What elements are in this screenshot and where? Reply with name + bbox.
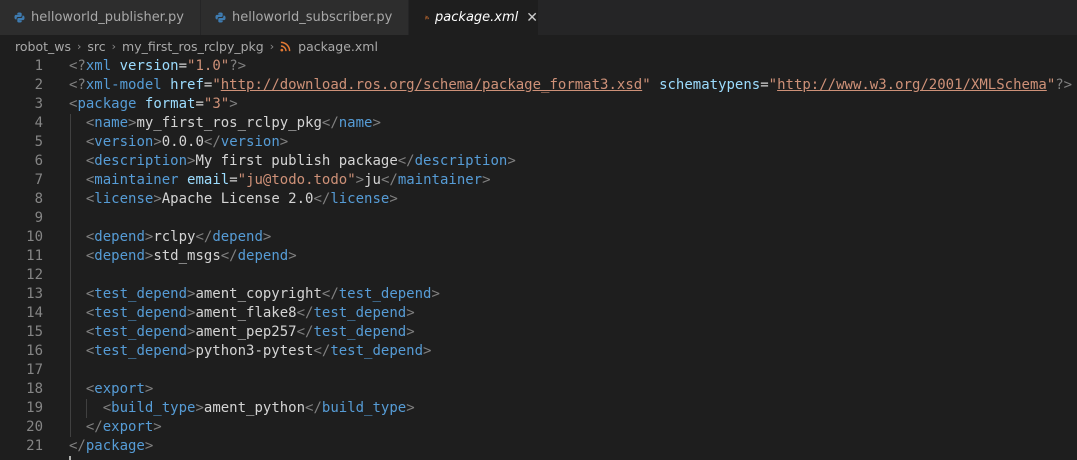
code-text: </package> [69,438,154,454]
code-line[interactable]: 6 <description>My first publish package<… [0,152,1077,171]
code-text: <test_depend>ament_pep257</test_depend> [85,324,415,340]
line-number: 5 [34,134,43,150]
code-line[interactable]: 3 <package format="3"> [0,95,1077,114]
python-icon [14,12,25,23]
line-number: 7 [34,172,43,188]
code-editor[interactable]: 1 <?xml version="1.0"?> 2 <?xml-model href=… [0,57,1077,460]
code-text: <build_type>ament_python</build_type> [102,400,415,416]
line-number: 8 [34,191,43,207]
code-text: <maintainer email="ju@todo.todo">ju</mai… [85,172,491,188]
code-line[interactable]: 14 <test_depend>ament_flake8</test_depen… [0,304,1077,323]
code-line[interactable]: 8 <license>Apache License 2.0</license> [0,190,1077,209]
rss-icon [425,15,429,20]
code-text: <package format="3"> [69,96,238,112]
code-text: <test_depend>ament_flake8</test_depend> [85,305,415,321]
code-line[interactable]: 7 <maintainer email="ju@todo.todo">ju</m… [0,171,1077,190]
code-line[interactable]: 13 <test_depend>ament_copyright</test_de… [0,285,1077,304]
tab-helloworld-subscriber[interactable]: helloworld_subscriber.py [201,0,409,35]
line-number: 19 [26,400,43,416]
line-number: 3 [34,96,43,112]
code-line[interactable]: 5 <version>0.0.0</version> [0,133,1077,152]
breadcrumb: robot_ws › src › my_first_ros_rclpy_pkg … [0,35,1077,57]
tab-package-xml[interactable]: package.xml ✕ [409,0,539,35]
code-line[interactable]: 2 <?xml-model href="http://download.ros.o… [0,76,1077,95]
line-number: 1 [34,58,43,74]
tab-bar: helloworld_publisher.py helloworld_subsc… [0,0,1077,35]
code-text: <version>0.0.0</version> [85,134,289,150]
line-number: 15 [26,324,43,340]
line-number: 6 [34,153,43,169]
breadcrumb-item-src[interactable]: src [87,39,105,54]
line-number: 2 [34,77,43,93]
code-line[interactable]: 15 <test_depend>ament_pep257</test_depen… [0,323,1077,342]
breadcrumb-item-robot-ws[interactable]: robot_ws [15,39,71,54]
breadcrumb-item-file[interactable]: package.xml [298,39,378,54]
code-line[interactable]: 12 [0,266,1077,285]
breadcrumb-item-package-folder[interactable]: my_first_ros_rclpy_pkg [122,39,264,54]
tab-label: package.xml [435,10,519,25]
code-line[interactable]: 20 </export> [0,418,1077,437]
code-text: <export> [85,381,154,397]
chevron-right-icon: › [111,39,117,53]
python-icon [215,12,226,23]
line-number: 16 [26,343,43,359]
code-line[interactable]: 9 [0,209,1077,228]
line-number: 12 [26,267,43,283]
code-text: <depend>std_msgs</depend> [85,248,297,264]
close-icon[interactable]: ✕ [526,11,538,25]
tab-label: helloworld_publisher.py [31,10,184,25]
code-line[interactable]: 4 <name>my_first_ros_rclpy_pkg</name> [0,114,1077,133]
tab-helloworld-publisher[interactable]: helloworld_publisher.py [0,0,201,35]
line-number: 17 [26,362,43,378]
line-number: 13 [26,286,43,302]
line-number: 21 [26,438,43,454]
text-cursor [69,456,71,460]
code-text: </export> [85,419,162,435]
line-number: 14 [26,305,43,321]
code-text: <name>my_first_ros_rclpy_pkg</name> [85,115,381,131]
code-line[interactable]: 1 <?xml version="1.0"?> [0,57,1077,76]
code-line[interactable]: 21 </package> [0,437,1077,456]
code-text: <?xml version="1.0"?> [69,58,247,74]
code-text: <license>Apache License 2.0</license> [85,191,398,207]
tab-label: helloworld_subscriber.py [232,10,393,25]
rss-icon [280,41,291,52]
code-line[interactable]: 16 <test_depend>python3-pytest</test_dep… [0,342,1077,361]
line-number: 20 [26,419,43,435]
line-number: 11 [26,248,43,264]
line-number: 10 [26,229,43,245]
code-text: <?xml-model href="http://download.ros.or… [69,77,1073,93]
chevron-right-icon: › [76,39,82,53]
code-line[interactable]: 10 <depend>rclpy</depend> [0,228,1077,247]
code-line[interactable]: 18 <export> [0,380,1077,399]
code-text: <test_depend>ament_copyright</test_depen… [85,286,440,302]
code-line[interactable]: 19 <build_type>ament_python</build_type> [0,399,1077,418]
code-line[interactable]: 17 [0,361,1077,380]
code-text: <depend>rclpy</depend> [85,229,272,245]
chevron-right-icon: › [269,39,275,53]
line-number: 18 [26,381,43,397]
code-text: <description>My first publish package</d… [85,153,516,169]
code-line[interactable]: 11 <depend>std_msgs</depend> [0,247,1077,266]
code-text: <test_depend>python3-pytest</test_depend… [85,343,432,359]
line-number: 9 [34,210,43,226]
line-number: 4 [34,115,43,131]
